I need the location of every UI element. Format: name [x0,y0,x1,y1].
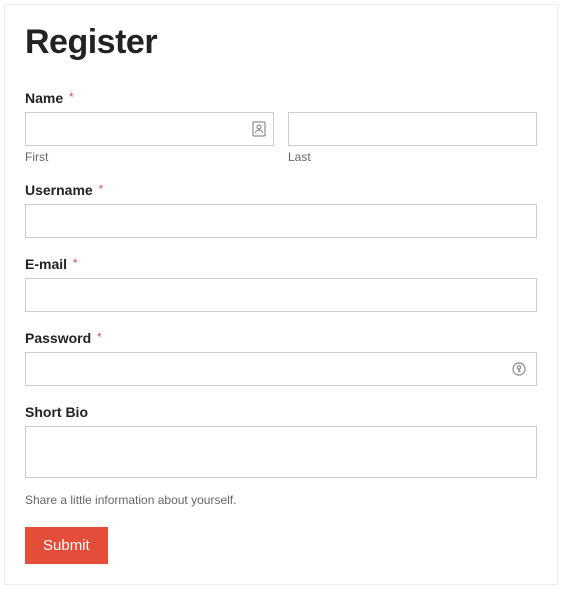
password-wrap [25,352,537,386]
required-marker: * [99,182,104,196]
submit-button[interactable]: Submit [25,527,108,564]
name-row: First Last [25,112,537,164]
first-name-col: First [25,112,274,164]
contact-card-icon [252,121,266,137]
password-label-text: Password [25,330,91,346]
required-marker: * [69,90,74,104]
username-input[interactable] [25,204,537,238]
bio-label-text: Short Bio [25,404,88,420]
name-label-text: Name [25,90,63,106]
name-field: Name * First Las [25,90,537,164]
email-field: E-mail * [25,256,537,312]
email-input[interactable] [25,278,537,312]
bio-label: Short Bio [25,404,537,420]
last-name-input[interactable] [288,112,537,146]
password-input[interactable] [25,352,537,386]
register-card: Register Name * First [4,4,558,585]
password-label: Password * [25,330,537,346]
first-name-sublabel: First [25,150,274,164]
email-label: E-mail * [25,256,537,272]
name-label: Name * [25,90,537,106]
password-field: Password * [25,330,537,386]
last-name-sublabel: Last [288,150,537,164]
username-field: Username * [25,182,537,238]
username-label-text: Username [25,182,93,198]
first-name-wrap [25,112,274,146]
email-label-text: E-mail [25,256,67,272]
password-manager-icon [511,361,527,377]
bio-hint: Share a little information about yoursel… [25,493,236,507]
last-name-col: Last [288,112,537,164]
first-name-input[interactable] [25,112,274,146]
username-label: Username * [25,182,537,198]
required-marker: * [73,256,78,270]
bio-hint-wrap: Share a little information about yoursel… [25,491,537,509]
page-title: Register [25,23,537,62]
required-marker: * [97,330,102,344]
bio-field: Short Bio [25,404,537,483]
bio-textarea[interactable] [25,426,537,478]
